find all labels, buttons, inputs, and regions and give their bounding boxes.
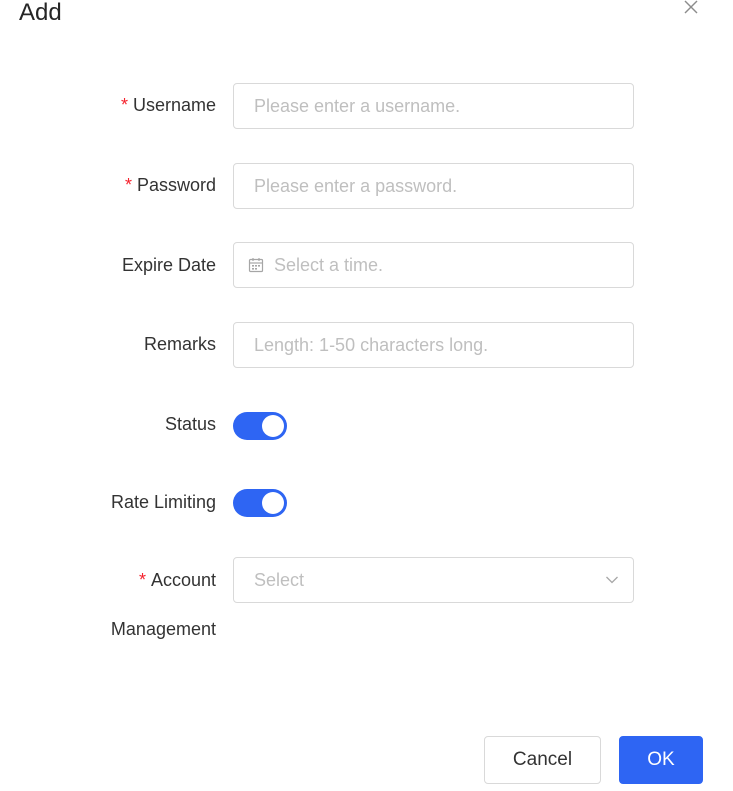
calendar-icon (248, 258, 264, 273)
required-mark: * (124, 175, 132, 195)
username-placeholder: Please enter a username. (254, 96, 461, 116)
password-label: * Password (125, 173, 216, 197)
status-label: Status (164, 414, 216, 434)
account-management-label: * Account (139, 568, 216, 592)
expire-date-label: Expire Date (121, 255, 216, 275)
close-icon (684, 0, 698, 14)
add-dialog: Add * Username Please enter a username. *… (0, 0, 733, 791)
close-button[interactable] (680, 0, 702, 18)
account-management-label-line1: Account (150, 570, 216, 590)
account-management-placeholder: Select (254, 570, 305, 590)
ok-button[interactable]: OK (619, 736, 703, 784)
remarks-input[interactable]: Length: 1-50 characters long. (233, 322, 634, 368)
remarks-placeholder: Length: 1-50 characters long. (254, 335, 489, 355)
status-toggle[interactable] (233, 412, 287, 440)
username-label: * Username (121, 93, 216, 117)
toggle-knob (262, 415, 284, 437)
toggle-knob (262, 492, 284, 514)
chevron-down-icon (606, 576, 618, 584)
password-label-text: Password (136, 175, 216, 195)
password-input[interactable]: Please enter a password. (233, 163, 634, 209)
remarks-label: Remarks (143, 334, 216, 354)
cancel-button[interactable]: Cancel (484, 736, 601, 784)
expire-date-placeholder: Select a time. (274, 255, 384, 275)
account-management-label-line2: Management (110, 619, 216, 639)
required-mark: * (138, 570, 146, 590)
account-management-select[interactable]: Select (233, 557, 634, 603)
required-mark: * (120, 95, 128, 115)
username-input[interactable]: Please enter a username. (233, 83, 634, 129)
dialog-title: Add (19, 0, 62, 26)
username-label-text: Username (132, 95, 216, 115)
rate-limiting-toggle[interactable] (233, 489, 287, 517)
expire-date-picker[interactable]: Select a time. (233, 242, 634, 288)
rate-limiting-label: Rate Limiting (110, 492, 216, 512)
password-placeholder: Please enter a password. (254, 176, 458, 196)
